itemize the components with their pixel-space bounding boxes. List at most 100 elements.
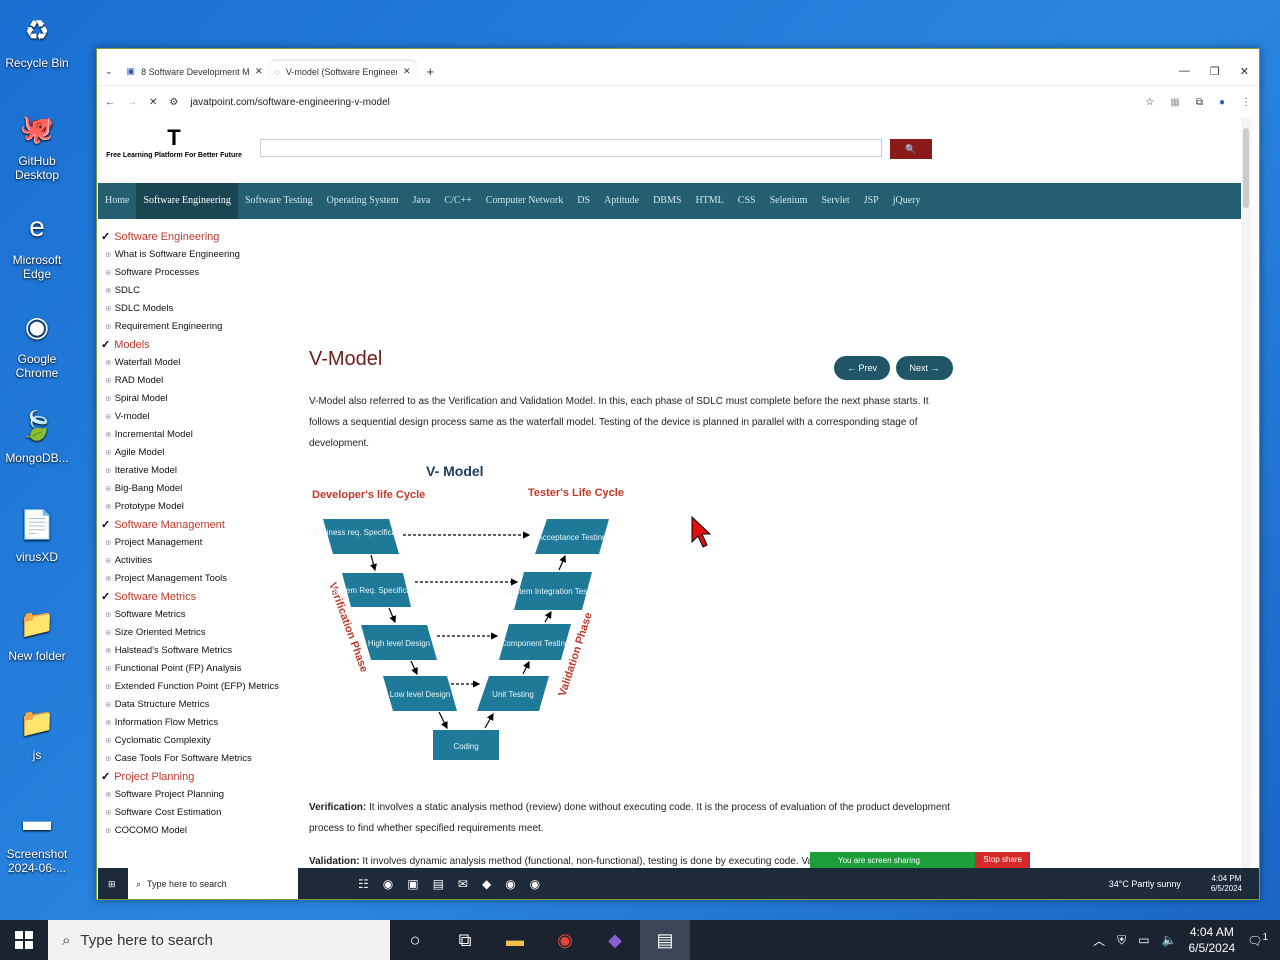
tab-search-icon[interactable]: ⌄: [97, 66, 121, 77]
desktop-icon-8[interactable]: ▬ Screenshot 2024-06-...: [2, 799, 72, 875]
nav-item[interactable]: JSP: [857, 183, 886, 219]
sidebar-item[interactable]: ⊕ What is Software Engineering: [98, 246, 298, 264]
desktop-icon-5[interactable]: 📄 virusXD: [2, 502, 72, 565]
sidebar-item[interactable]: ⊕ Iterative Model: [98, 462, 298, 480]
nav-item[interactable]: Software Engineering: [136, 183, 238, 219]
profile-icon[interactable]: ●: [1219, 97, 1225, 108]
inner-clock[interactable]: 4:04 PM 6/5/2024: [1211, 874, 1242, 894]
sidebar-item[interactable]: ⊕ Spiral Model: [98, 390, 298, 408]
stop-loading-icon[interactable]: ✕: [149, 97, 157, 108]
desktop-icon-6[interactable]: 📁 New folder: [2, 601, 72, 664]
taskbar-search-box[interactable]: ⌕ Type here to search: [48, 920, 390, 960]
chrome-icon[interactable]: ◉: [540, 920, 590, 960]
sidebar-item[interactable]: ⊕ Agile Model: [98, 444, 298, 462]
sidebar-category[interactable]: ✓ Software Engineering: [98, 228, 298, 246]
maximize-button[interactable]: ❐: [1210, 65, 1220, 78]
sidebar-item[interactable]: ⊕ Data Structure Metrics: [98, 696, 298, 714]
nav-item[interactable]: jQuery: [886, 183, 928, 219]
task-view-icon[interactable]: ⧉: [440, 920, 490, 960]
sidebar-item[interactable]: ⊕ Project Management Tools: [98, 570, 298, 588]
menu-kebab-icon[interactable]: ⋮: [1241, 97, 1251, 108]
sidebar-item[interactable]: ⊕ SDLC: [98, 282, 298, 300]
notifications-icon[interactable]: 🗨1: [1247, 932, 1268, 948]
forward-icon[interactable]: →: [127, 97, 137, 108]
nav-item[interactable]: Software Testing: [238, 183, 320, 219]
sidebar-item[interactable]: ⊕ Cyclomatic Complexity: [98, 732, 298, 750]
sidebar-item[interactable]: ⊕ V-model: [98, 408, 298, 426]
sidebar-item[interactable]: ⊕ Case Tools For Software Metrics: [98, 750, 298, 768]
back-icon[interactable]: ←: [105, 97, 115, 108]
sidebar-item[interactable]: ⊕ Project Management: [98, 534, 298, 552]
site-info-icon[interactable]: ⚙: [169, 97, 178, 108]
sidebar-item[interactable]: ⊕ RAD Model: [98, 372, 298, 390]
inner-search-box[interactable]: ⌕ Type here to search: [128, 868, 298, 899]
sidebar-item[interactable]: ⊕ Software Project Planning: [98, 786, 298, 804]
tab-sdlc-models[interactable]: ▣ 8 Software Development Mode ✕: [121, 61, 269, 83]
sidebar-category[interactable]: ✓ Models: [98, 336, 298, 354]
site-logo[interactable]: T Free Learning Platform For Better Futu…: [104, 124, 244, 159]
prev-button[interactable]: ← Prev: [834, 356, 890, 380]
desktop-icon-7[interactable]: 📁 js: [2, 700, 72, 763]
desktop-icon-2[interactable]: e Microsoft Edge: [2, 205, 72, 281]
desktop-icon-3[interactable]: ◉ Google Chrome: [2, 304, 72, 381]
sidebar-item[interactable]: ⊕ Software Cost Estimation: [98, 804, 298, 822]
file-explorer-icon[interactable]: ▬: [490, 920, 540, 960]
sidebar-item[interactable]: ⊕ Activities: [98, 552, 298, 570]
sidebar-item[interactable]: ⊕ Waterfall Model: [98, 354, 298, 372]
page-scrollbar[interactable]: [1241, 118, 1251, 868]
sidebar-item[interactable]: ⊕ Software Metrics: [98, 606, 298, 624]
nav-item[interactable]: Aptitude: [597, 183, 646, 219]
visual-studio-icon[interactable]: ◆: [590, 920, 640, 960]
sidebar-category[interactable]: ✓ Software Metrics: [98, 588, 298, 606]
sidebar-item[interactable]: ⊕ COCOMO Model: [98, 822, 298, 840]
clock[interactable]: 4:04 AM 6/5/2024: [1188, 924, 1235, 956]
close-button[interactable]: ✕: [1240, 65, 1249, 78]
security-icon[interactable]: ⛨: [1117, 933, 1126, 948]
sidebar-item[interactable]: ⊕ Requirement Engineering: [98, 318, 298, 336]
nav-item[interactable]: HTML: [688, 183, 730, 219]
nav-item[interactable]: DBMS: [646, 183, 688, 219]
nav-item[interactable]: Java: [406, 183, 438, 219]
nav-item[interactable]: CSS: [731, 183, 763, 219]
nav-item[interactable]: C/C++: [437, 183, 478, 219]
inner-pinned-apps[interactable]: ☷◉▣▤✉◆◉◉: [358, 877, 554, 891]
new-tab-button[interactable]: +: [417, 64, 445, 79]
extension-icon[interactable]: ▦: [1170, 97, 1179, 108]
tab-close-icon[interactable]: ✕: [255, 66, 263, 77]
sidebar-item[interactable]: ⊕ Software Processes: [98, 264, 298, 282]
inner-start-icon[interactable]: ⊞: [108, 879, 116, 890]
sidebar-category[interactable]: ✓ Software Management: [98, 516, 298, 534]
nav-item[interactable]: Servlet: [814, 183, 856, 219]
bookmark-star-icon[interactable]: ☆: [1145, 97, 1154, 108]
sidebar-item[interactable]: ⊕ Prototype Model: [98, 498, 298, 516]
desktop-icon-0[interactable]: ♻ Recycle Bin: [2, 8, 72, 71]
nav-item[interactable]: Operating System: [320, 183, 406, 219]
desktop-icon-1[interactable]: 🐙 GitHub Desktop: [2, 106, 72, 183]
minimize-button[interactable]: —: [1179, 65, 1190, 78]
nav-item[interactable]: DS: [570, 183, 597, 219]
sidebar-item[interactable]: ⊕ Incremental Model: [98, 426, 298, 444]
volume-icon[interactable]: 🔈: [1162, 933, 1177, 947]
sidebar-item[interactable]: ⊕ Halstead's Software Metrics: [98, 642, 298, 660]
remote-app-icon[interactable]: ▤: [640, 920, 690, 960]
tab-v-model[interactable]: ◌ V-model (Software Engineering ✕: [268, 60, 417, 83]
stop-share-button[interactable]: Stop share: [975, 852, 1030, 868]
nav-item[interactable]: Selenium: [763, 183, 815, 219]
sidebar-item[interactable]: ⊕ SDLC Models: [98, 300, 298, 318]
sidebar-item[interactable]: ⊕ Information Flow Metrics: [98, 714, 298, 732]
tab-close-icon[interactable]: ✕: [403, 66, 411, 77]
nav-item[interactable]: Computer Network: [479, 183, 571, 219]
sidebar-category[interactable]: ✓ Project Planning: [98, 768, 298, 786]
inner-weather[interactable]: 34°C Partly sunny: [1109, 879, 1181, 889]
sidebar-item[interactable]: ⊕ Size Oriented Metrics: [98, 624, 298, 642]
show-hidden-icons-icon[interactable]: ︿: [1093, 932, 1105, 949]
sidebar-item[interactable]: ⊕ Extended Function Point (EFP) Metrics: [98, 678, 298, 696]
site-search-button[interactable]: 🔍: [890, 139, 932, 159]
cortana-icon[interactable]: ○: [390, 920, 440, 960]
site-search-input[interactable]: [260, 139, 882, 157]
sidebar-item[interactable]: ⊕ Functional Point (FP) Analysis: [98, 660, 298, 678]
sidebar-item[interactable]: ⊕ Big-Bang Model: [98, 480, 298, 498]
next-button[interactable]: Next →: [896, 356, 953, 380]
start-button[interactable]: [0, 920, 48, 960]
extensions-puzzle-icon[interactable]: ⧉: [1196, 97, 1203, 108]
